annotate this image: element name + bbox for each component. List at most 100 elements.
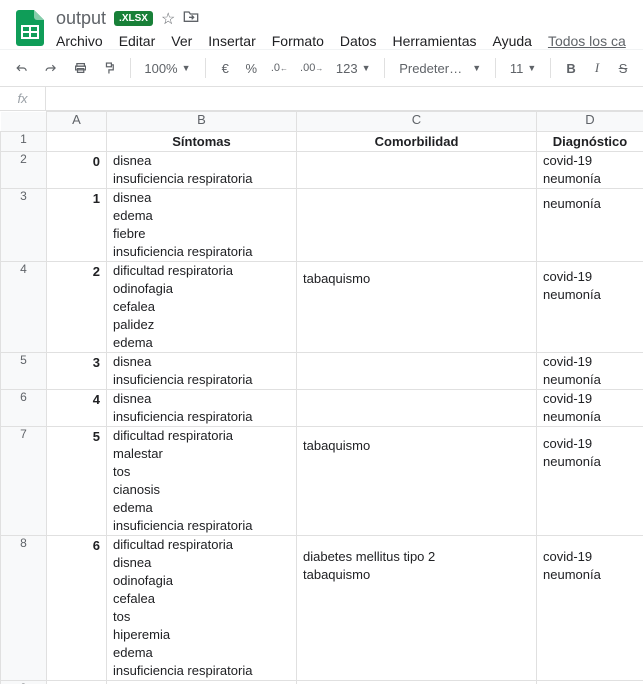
- move-icon[interactable]: [183, 9, 199, 28]
- sintomas-cell[interactable]: dificultad respiratoriadisneaodinofagiac…: [107, 536, 297, 681]
- col-header-c[interactable]: C: [297, 112, 537, 132]
- menu-formato[interactable]: Formato: [272, 33, 324, 49]
- menu-ayuda[interactable]: Ayuda: [492, 33, 531, 49]
- decrease-decimal-button[interactable]: .0←: [267, 56, 291, 80]
- cell-line: neumonía: [543, 408, 637, 426]
- diagnostico-cell[interactable]: [537, 681, 643, 684]
- caret-down-icon: ▼: [527, 63, 536, 73]
- menu-archivo[interactable]: Archivo: [56, 33, 103, 49]
- caret-down-icon: ▼: [472, 63, 481, 73]
- cell-line: covid-19: [543, 548, 637, 566]
- star-icon[interactable]: ☆: [161, 9, 175, 29]
- italic-button[interactable]: I: [587, 56, 607, 80]
- cell-line: tabaquismo: [303, 270, 530, 288]
- comorbilidad-cell[interactable]: tabaquismo: [297, 262, 537, 353]
- header-diagnostico[interactable]: Diagnóstico: [537, 132, 643, 152]
- row-header[interactable]: 1: [1, 132, 47, 152]
- row-header[interactable]: 4: [1, 262, 47, 353]
- font-select[interactable]: Predetermi...▼: [395, 61, 485, 76]
- diagnostico-cell[interactable]: covid-19neumonía: [537, 262, 643, 353]
- cell-line: insuficiencia respiratoria: [113, 517, 290, 535]
- formula-bar: fx: [0, 87, 643, 111]
- col-header-b[interactable]: B: [107, 112, 297, 132]
- zoom-select[interactable]: 100%▼: [140, 61, 194, 76]
- currency-button[interactable]: €: [215, 56, 235, 80]
- cell-line: dificultad respiratoria: [113, 262, 290, 280]
- caret-down-icon: ▼: [362, 63, 371, 73]
- spreadsheet-grid[interactable]: A B C D 1 SíntomasComorbilidadDiagnóstico…: [0, 111, 643, 684]
- sintomas-cell[interactable]: disneainsuficiencia respiratoria: [107, 390, 297, 427]
- col-header-a[interactable]: A: [47, 112, 107, 132]
- cell-line: covid-19: [543, 390, 637, 408]
- doc-title[interactable]: output: [56, 8, 106, 29]
- sintomas-cell[interactable]: dificultad respiratoriaodinofagiacefalea…: [107, 262, 297, 353]
- sintomas-cell[interactable]: dificultad respiratoria: [107, 681, 297, 684]
- number-format-select[interactable]: 123▼: [332, 61, 375, 76]
- increase-decimal-button[interactable]: .00→: [297, 56, 325, 80]
- toolbar: 100%▼ € % .0← .00→ 123▼ Predetermi...▼ 1…: [0, 49, 643, 87]
- row-header[interactable]: 8: [1, 536, 47, 681]
- index-cell[interactable]: 7: [47, 681, 107, 684]
- row-header[interactable]: 9: [1, 681, 47, 684]
- comorbilidad-cell[interactable]: [297, 189, 537, 262]
- index-cell[interactable]: 5: [47, 427, 107, 536]
- index-cell[interactable]: 3: [47, 353, 107, 390]
- cell-line: disnea: [113, 152, 290, 170]
- cell-line: dificultad respiratoria: [113, 427, 290, 445]
- index-cell[interactable]: 4: [47, 390, 107, 427]
- cell[interactable]: [47, 132, 107, 152]
- row-header[interactable]: 7: [1, 427, 47, 536]
- index-cell[interactable]: 6: [47, 536, 107, 681]
- col-header-d[interactable]: D: [537, 112, 643, 132]
- menu-editar[interactable]: Editar: [119, 33, 156, 49]
- sintomas-cell[interactable]: dificultad respiratoriamalestartoscianos…: [107, 427, 297, 536]
- redo-button[interactable]: [39, 56, 62, 80]
- corner-cell[interactable]: [1, 112, 47, 132]
- menu-herramientas[interactable]: Herramientas: [392, 33, 476, 49]
- menu-insertar[interactable]: Insertar: [208, 33, 255, 49]
- diagnostico-cell[interactable]: covid-19neumonía: [537, 353, 643, 390]
- undo-button[interactable]: [10, 56, 33, 80]
- cell-line: tos: [113, 463, 290, 481]
- comorbilidad-cell[interactable]: [297, 390, 537, 427]
- comorbilidad-cell[interactable]: [297, 353, 537, 390]
- row-header[interactable]: 2: [1, 152, 47, 189]
- comorbilidad-cell[interactable]: tabaquismo: [297, 427, 537, 536]
- diagnostico-cell[interactable]: covid-19neumonía: [537, 390, 643, 427]
- row-header[interactable]: 6: [1, 390, 47, 427]
- bold-button[interactable]: B: [561, 56, 581, 80]
- strike-button[interactable]: S: [613, 56, 633, 80]
- comorbilidad-cell[interactable]: diabetes mellitus tipo 2tabaquismo: [297, 536, 537, 681]
- fontsize-select[interactable]: 11▼: [506, 61, 540, 76]
- diagnostico-cell[interactable]: covid-19neumonía: [537, 427, 643, 536]
- comorbilidad-cell[interactable]: [297, 681, 537, 684]
- comorbilidad-cell[interactable]: [297, 152, 537, 189]
- sheets-logo[interactable]: [10, 8, 50, 48]
- header-sintomas[interactable]: Síntomas: [107, 132, 297, 152]
- header-comorbilidad[interactable]: Comorbilidad: [297, 132, 537, 152]
- menu-datos[interactable]: Datos: [340, 33, 377, 49]
- index-cell[interactable]: 1: [47, 189, 107, 262]
- cell-line: odinofagia: [113, 572, 290, 590]
- sintomas-cell[interactable]: disneainsuficiencia respiratoria: [107, 152, 297, 189]
- menu-ver[interactable]: Ver: [171, 33, 192, 49]
- index-cell[interactable]: 0: [47, 152, 107, 189]
- index-cell[interactable]: 2: [47, 262, 107, 353]
- percent-button[interactable]: %: [241, 56, 261, 80]
- formula-input[interactable]: [46, 87, 643, 110]
- menu-todos[interactable]: Todos los ca: [548, 33, 626, 49]
- sintomas-cell[interactable]: disneainsuficiencia respiratoria: [107, 353, 297, 390]
- diagnostico-cell[interactable]: covid-19neumonía: [537, 152, 643, 189]
- row-header[interactable]: 3: [1, 189, 47, 262]
- sintomas-cell[interactable]: disneaedemafiebreinsuficiencia respirato…: [107, 189, 297, 262]
- diagnostico-cell[interactable]: neumonía: [537, 189, 643, 262]
- print-button[interactable]: [69, 56, 92, 80]
- cell-line: dificultad respiratoria: [113, 536, 290, 554]
- cell-line: palidez: [113, 316, 290, 334]
- table-row: 86dificultad respiratoriadisneaodinofagi…: [1, 536, 643, 681]
- cell-line: covid-19: [543, 353, 637, 371]
- diagnostico-cell[interactable]: covid-19neumonía: [537, 536, 643, 681]
- row-header[interactable]: 5: [1, 353, 47, 390]
- paint-format-button[interactable]: [98, 56, 120, 80]
- table-row: 97dificultad respiratoria: [1, 681, 643, 684]
